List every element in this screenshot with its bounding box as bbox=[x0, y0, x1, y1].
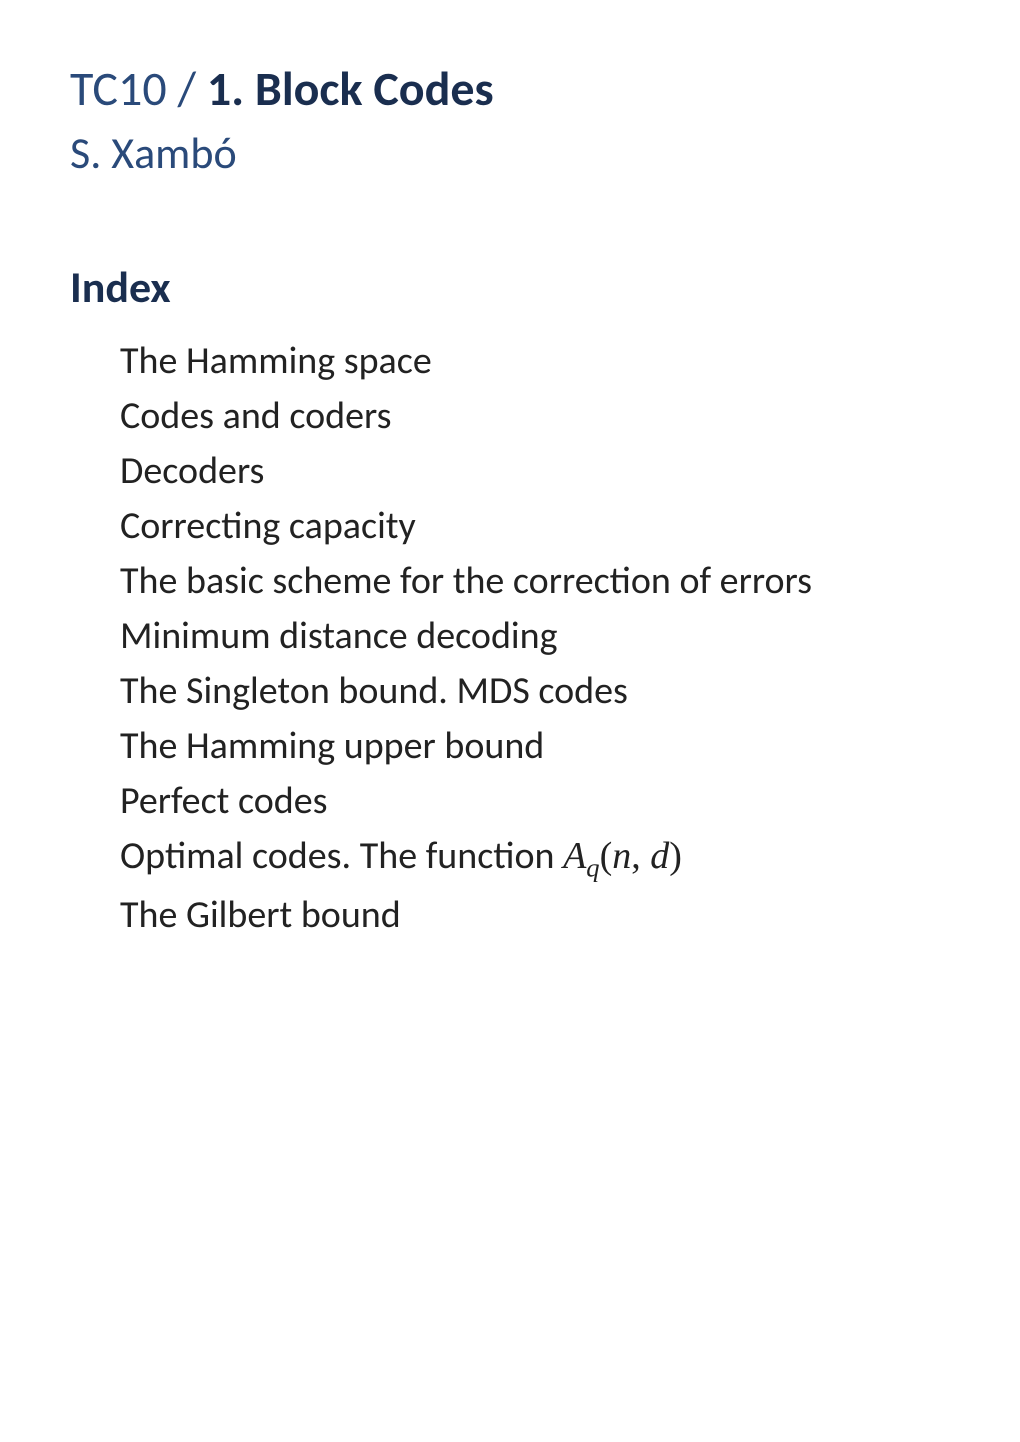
math-d: d bbox=[650, 835, 669, 877]
index-item: Correcting capacity bbox=[120, 499, 950, 554]
author-name: S. Xambó bbox=[70, 126, 950, 180]
index-item: Minimum distance decoding bbox=[120, 609, 950, 664]
index-item: The basic scheme for the correction of e… bbox=[120, 554, 950, 609]
topic-title: 1. Block Codes bbox=[207, 59, 494, 118]
index-item: Decoders bbox=[120, 444, 950, 499]
math-function: Aq(n, d) bbox=[563, 835, 682, 877]
index-item: The Gilbert bound bbox=[120, 888, 950, 943]
math-close: ) bbox=[669, 835, 682, 877]
index-item: The Singleton bound. MDS codes bbox=[120, 664, 950, 719]
math-comma: , bbox=[631, 835, 650, 877]
index-item-text: Optimal codes. The function bbox=[120, 833, 563, 879]
index-item: Optimal codes. The function Aq(n, d) bbox=[120, 829, 950, 887]
index-heading: Index bbox=[70, 260, 950, 314]
page-title: TC10 / 1. Block Codes bbox=[70, 60, 950, 118]
math-n: n bbox=[612, 835, 631, 877]
index-item: Perfect codes bbox=[120, 774, 950, 829]
index-item: Codes and coders bbox=[120, 389, 950, 444]
course-code: TC10 / bbox=[70, 59, 207, 118]
math-A: A bbox=[563, 835, 586, 877]
index-item: The Hamming space bbox=[120, 334, 950, 389]
math-open: ( bbox=[600, 835, 613, 877]
math-q: q bbox=[586, 853, 599, 883]
index-item: The Hamming upper bound bbox=[120, 719, 950, 774]
